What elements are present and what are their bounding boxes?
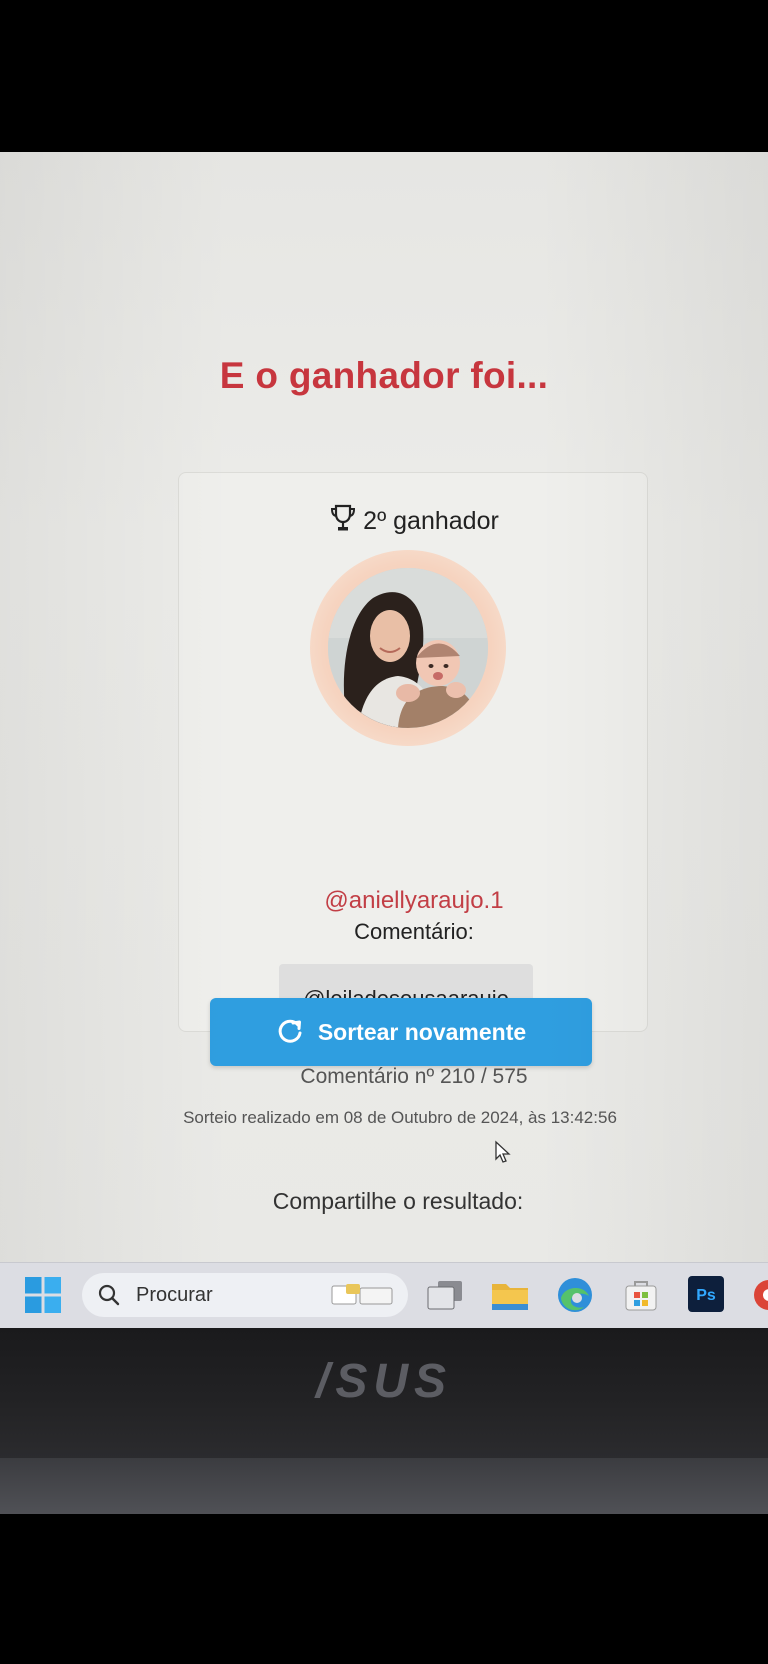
winner-rank: 2º ganhador xyxy=(179,503,649,540)
draw-timestamp: Sorteio realizado em 08 de Outubro de 20… xyxy=(183,1108,617,1127)
share-label: Compartilhe o resultado: xyxy=(272,1188,524,1214)
windows-taskbar: Procurar Ps xyxy=(0,1262,768,1329)
avatar-ring xyxy=(310,550,506,746)
photo-frame: E o ganhador foi... 2º ganhador @anielly… xyxy=(0,0,768,1664)
laptop-brand-logo: /SUS xyxy=(315,1355,453,1408)
trophy-icon xyxy=(329,503,357,540)
svg-text:Ps: Ps xyxy=(696,1287,716,1304)
winner-username[interactable]: @aniellyaraujo.1 xyxy=(179,887,649,915)
rank-label: 2º ganhador xyxy=(363,507,499,535)
winner-card: 2º ganhador @aniellyaraujo.1 Comentário:… xyxy=(178,472,649,1088)
search-icon xyxy=(98,1284,120,1311)
mouse-cursor-icon xyxy=(494,1140,512,1169)
taskbar-search[interactable]: Procurar xyxy=(82,1273,408,1317)
comment-index: Comentário nº 210 / 575 xyxy=(300,1065,528,1088)
file-explorer-icon[interactable] xyxy=(490,1276,530,1319)
redraw-button[interactable]: Sortear novamente xyxy=(210,998,592,1066)
avatar xyxy=(328,568,488,728)
chrome-icon[interactable] xyxy=(752,1276,768,1319)
search-highlight-icon xyxy=(330,1282,396,1313)
search-placeholder: Procurar xyxy=(136,1284,213,1306)
refresh-icon xyxy=(276,1003,304,1071)
photoshop-icon[interactable]: Ps xyxy=(688,1276,724,1317)
top-dark-area xyxy=(0,0,768,152)
store-icon[interactable] xyxy=(622,1276,660,1319)
edge-icon[interactable] xyxy=(556,1276,594,1319)
bottom-dark-area xyxy=(0,1514,768,1664)
start-icon[interactable] xyxy=(25,1277,61,1318)
redraw-label: Sortear novamente xyxy=(317,1019,527,1045)
laptop-screen: E o ganhador foi... 2º ganhador @anielly… xyxy=(0,152,768,1262)
task-view-icon[interactable] xyxy=(426,1276,464,1319)
laptop-hinge xyxy=(0,1458,768,1514)
comment-label: Comentário: xyxy=(354,919,474,944)
laptop-bezel: /SUS xyxy=(0,1328,768,1458)
page-title: E o ganhador foi... xyxy=(219,355,549,396)
